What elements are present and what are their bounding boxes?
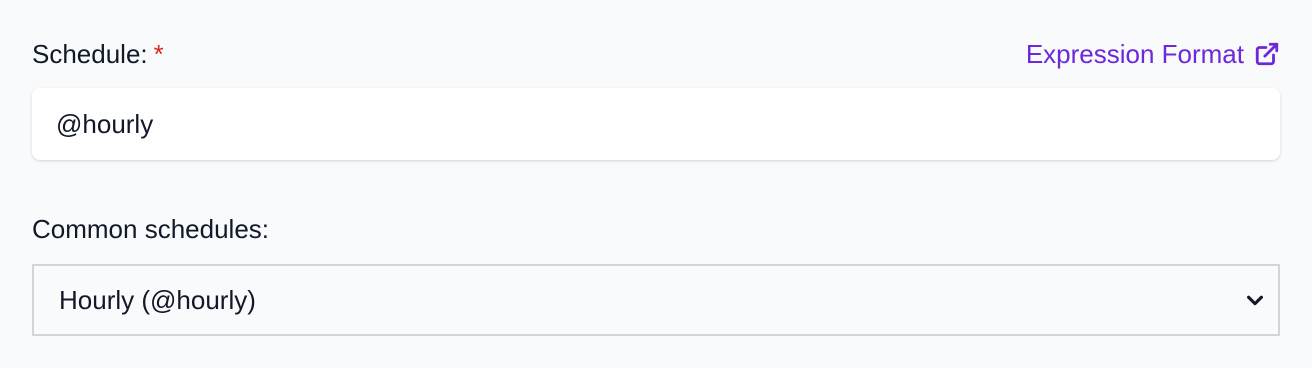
schedule-label-text: Schedule: <box>32 39 148 69</box>
schedule-header: Schedule: * Expression Format <box>32 34 1280 74</box>
expression-format-link[interactable]: Expression Format <box>1026 36 1280 72</box>
common-schedules-label: Common schedules: <box>32 214 269 244</box>
schedule-input[interactable] <box>32 88 1280 160</box>
common-schedules-select[interactable]: Hourly (@hourly) <box>32 264 1280 336</box>
chevron-down-icon <box>1244 289 1266 311</box>
external-link-icon <box>1254 41 1280 67</box>
expression-format-link-label: Expression Format <box>1025 39 1244 69</box>
schedule-form: Schedule:* Expression Format Common sche… <box>0 0 1312 368</box>
schedule-label: Schedule: * <box>32 36 164 72</box>
required-marker: * <box>153 39 164 69</box>
common-schedules-selected-value: Hourly (@hourly) <box>59 284 256 315</box>
